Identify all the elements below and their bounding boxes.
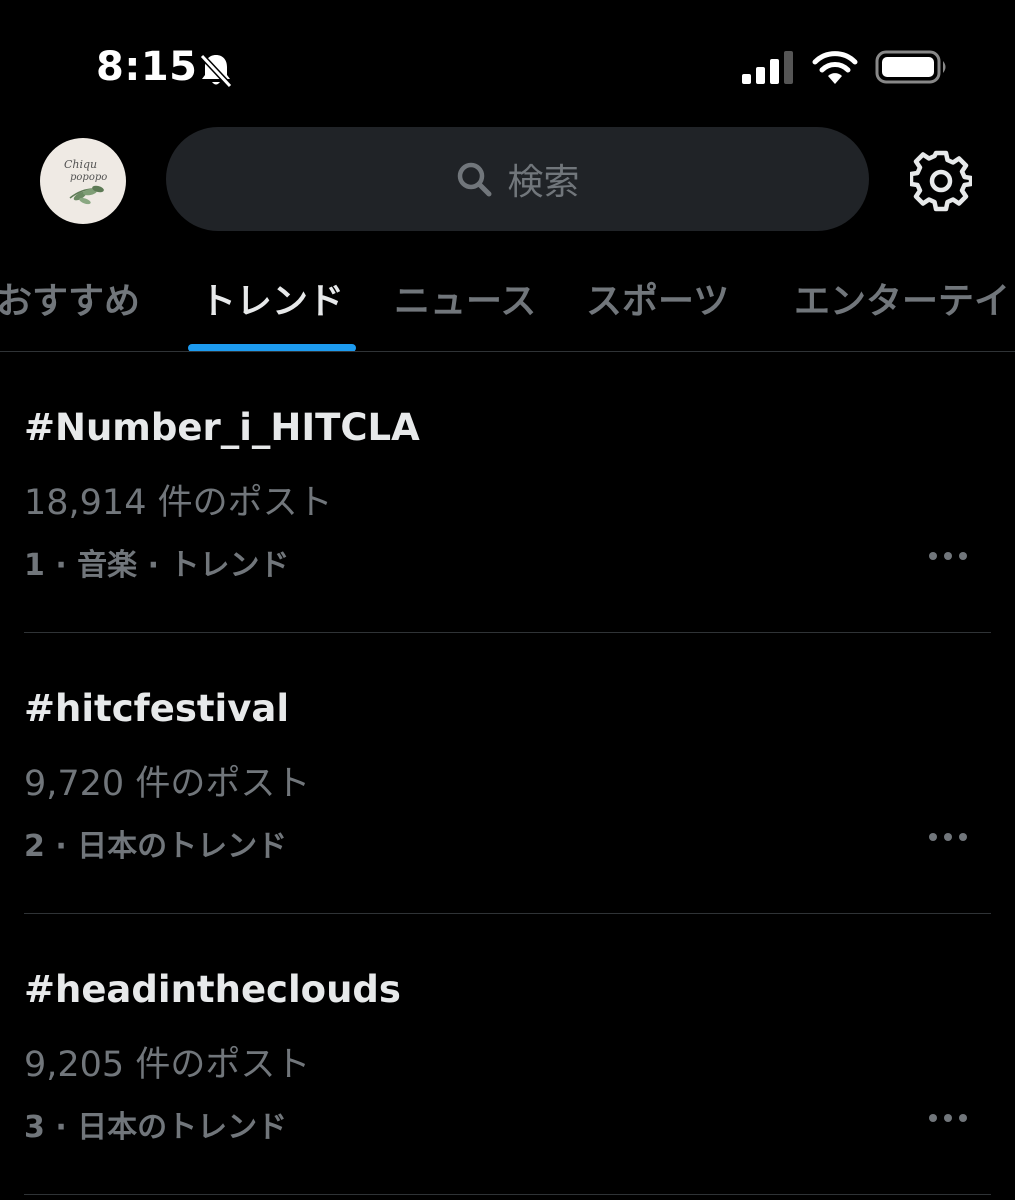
svg-text:Chiqu: Chiqu [64,158,97,171]
trend-meta: 1 · 音楽 · トレンド [24,548,290,583]
search-bar[interactable]: 検索 [166,127,869,231]
avatar-image: Chiqu popopo [64,158,107,205]
status-time: 8:15 [96,44,198,90]
more-options-icon[interactable] [928,829,968,845]
trend-post-count: 9,205 件のポスト [24,1045,311,1085]
trend-meta: 3 · 日本のトレンド [24,1110,288,1145]
battery-icon [875,50,946,84]
trend-item[interactable]: #Number_i_HITCLA 18,914 件のポスト 1 · 音楽 · ト… [0,352,1015,633]
bell-slash-icon [199,53,233,89]
trend-meta: 2 · 日本のトレンド [24,829,288,864]
gear-icon[interactable] [910,150,972,212]
more-options-icon[interactable] [928,1110,968,1126]
search-icon [458,162,492,197]
divider [24,1194,991,1195]
tab-news[interactable]: ニュース [394,272,536,324]
trend-title: #hitcfestival [24,687,289,730]
wifi-icon [812,51,858,84]
more-options-icon[interactable] [928,548,968,564]
status-bar: 8:15 [0,0,1015,130]
cellular-signal-icon [742,51,793,84]
trend-post-count: 18,914 件のポスト [24,483,333,523]
trend-post-count: 9,720 件のポスト [24,764,311,804]
svg-text:popopo: popopo [70,172,107,183]
trend-title: #headintheclouds [24,968,401,1011]
tab-bar: おすすめ トレンド ニュース スポーツ エンターテイ [0,252,1015,352]
trend-title: #Number_i_HITCLA [24,406,420,449]
avatar[interactable]: Chiqu popopo [40,138,126,224]
trend-item[interactable]: #headintheclouds 9,205 件のポスト 3 · 日本のトレンド [0,914,1015,1195]
tab-sports[interactable]: スポーツ [586,272,729,324]
tab-entertainment[interactable]: エンターテイ [794,272,1010,324]
active-tab-indicator [188,344,356,351]
tab-recommended[interactable]: おすすめ [0,272,140,324]
tab-trending[interactable]: トレンド [200,272,344,324]
trend-item[interactable]: #hitcfestival 9,720 件のポスト 2 · 日本のトレンド [0,633,1015,914]
search-placeholder: 検索 [507,162,580,203]
